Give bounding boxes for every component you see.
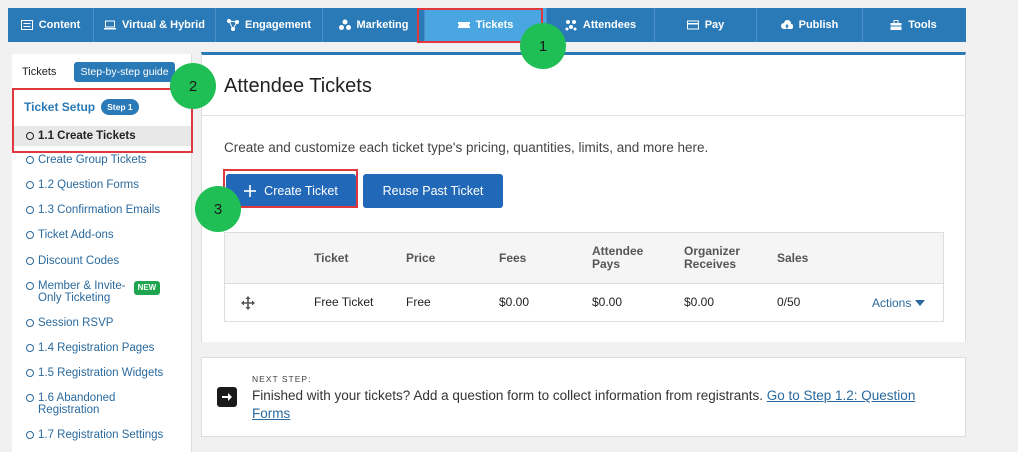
page-description: Create and customize each ticket type's … <box>224 140 709 155</box>
sidebar-tabs: Tickets Step-by-step guide <box>12 54 191 90</box>
ticket-price: Free <box>406 295 431 309</box>
toolbox-icon <box>890 20 902 30</box>
groups-icon <box>338 19 351 30</box>
sidebar-item-member-invite[interactable]: Member & Invite- Only Ticketing NEW <box>12 280 192 304</box>
radio-circle-icon <box>26 206 34 214</box>
col-price: Price <box>406 251 436 265</box>
radio-circle-icon <box>26 394 34 402</box>
arrow-right-icon <box>217 387 237 407</box>
cloud-upload-icon <box>780 20 793 29</box>
radio-circle-icon <box>26 319 34 327</box>
tickets-table: Ticket Price Fees Attendee Pays Organize… <box>224 232 944 322</box>
radio-circle-icon <box>26 431 34 439</box>
laptop-icon <box>104 20 117 30</box>
annotation-badge-3: 3 <box>195 186 241 232</box>
next-step-text: Finished with your tickets? Add a questi… <box>252 388 916 421</box>
nav-marketing[interactable]: Marketing <box>323 8 425 42</box>
ticket-name: Free Ticket <box>314 295 374 309</box>
credit-card-icon <box>686 20 699 30</box>
highlight-ticket-setup <box>12 88 193 153</box>
sidebar-item-ticket-add-ons[interactable]: Ticket Add-ons <box>12 229 192 241</box>
page-title: Attendee Tickets <box>224 75 372 97</box>
radio-circle-icon <box>26 156 34 164</box>
highlight-create-ticket <box>223 169 358 208</box>
sidebar-item-abandoned-registration[interactable]: 1.6 Abandoned Registration <box>12 392 192 416</box>
divider <box>202 115 965 116</box>
col-attendee-pays: Attendee Pays <box>592 244 644 271</box>
table-header: Ticket Price Fees Attendee Pays Organize… <box>225 233 943 284</box>
sidebar-item-question-forms[interactable]: 1.2 Question Forms <box>12 179 192 191</box>
sidebar-item-registration-pages[interactable]: 1.4 Registration Pages <box>12 342 192 354</box>
nav-engagement[interactable]: Engagement <box>216 8 323 42</box>
radio-circle-icon <box>26 369 34 377</box>
list-icon <box>20 20 33 30</box>
step-by-step-guide-button[interactable]: Step-by-step guide <box>74 61 175 82</box>
people-icon <box>565 20 577 31</box>
radio-circle-icon <box>26 231 34 239</box>
col-ticket: Ticket <box>314 251 349 265</box>
nav-tools[interactable]: Tools <box>863 8 964 42</box>
col-sales: Sales <box>777 251 809 265</box>
sidebar-list: 1.1 Create Tickets Create Group Tickets … <box>12 126 192 441</box>
sidebar-item-session-rsvp[interactable]: Session RSVP <box>12 317 192 329</box>
reuse-past-ticket-button[interactable]: Reuse Past Ticket <box>363 174 503 208</box>
nav-virtual-hybrid[interactable]: Virtual & Hybrid <box>94 8 216 42</box>
sidebar-item-registration-widgets[interactable]: 1.5 Registration Widgets <box>12 367 192 379</box>
ticket-organizer-receives: $0.00 <box>684 295 715 309</box>
radio-circle-icon <box>26 344 34 352</box>
annotation-badge-2: 2 <box>170 63 216 109</box>
next-step-panel: NEXT STEP: Finished with your tickets? A… <box>201 357 966 437</box>
caret-down-icon <box>915 300 926 306</box>
ticket-fees: $0.00 <box>499 295 530 309</box>
nav-pay[interactable]: Pay <box>655 8 757 42</box>
next-step-label: NEXT STEP: <box>252 374 312 384</box>
ticket-sales: 0/50 <box>777 295 801 309</box>
ticket-attendee-pays: $0.00 <box>592 295 623 309</box>
network-icon <box>226 19 239 31</box>
sidebar-item-discount-codes[interactable]: Discount Codes <box>12 255 192 267</box>
sidebar-item-create-group-tickets[interactable]: Create Group Tickets <box>12 154 192 166</box>
radio-circle-icon <box>26 282 34 290</box>
col-fees: Fees <box>499 251 527 265</box>
new-badge: NEW <box>133 281 161 295</box>
sidebar-item-registration-settings[interactable]: 1.7 Registration Settings <box>12 429 192 441</box>
sidebar-tab-tickets[interactable]: Tickets <box>22 66 56 78</box>
radio-circle-icon <box>26 181 34 189</box>
drag-move-icon[interactable] <box>241 296 255 310</box>
col-organizer-receives: Organizer Receives <box>684 244 741 271</box>
actions-dropdown[interactable]: Actions <box>872 296 926 310</box>
nav-publish[interactable]: Publish <box>757 8 863 42</box>
nav-content[interactable]: Content <box>8 8 94 42</box>
radio-circle-icon <box>26 257 34 265</box>
annotation-badge-1: 1 <box>520 23 566 69</box>
sidebar-item-confirmation-emails[interactable]: 1.3 Confirmation Emails <box>12 204 192 216</box>
